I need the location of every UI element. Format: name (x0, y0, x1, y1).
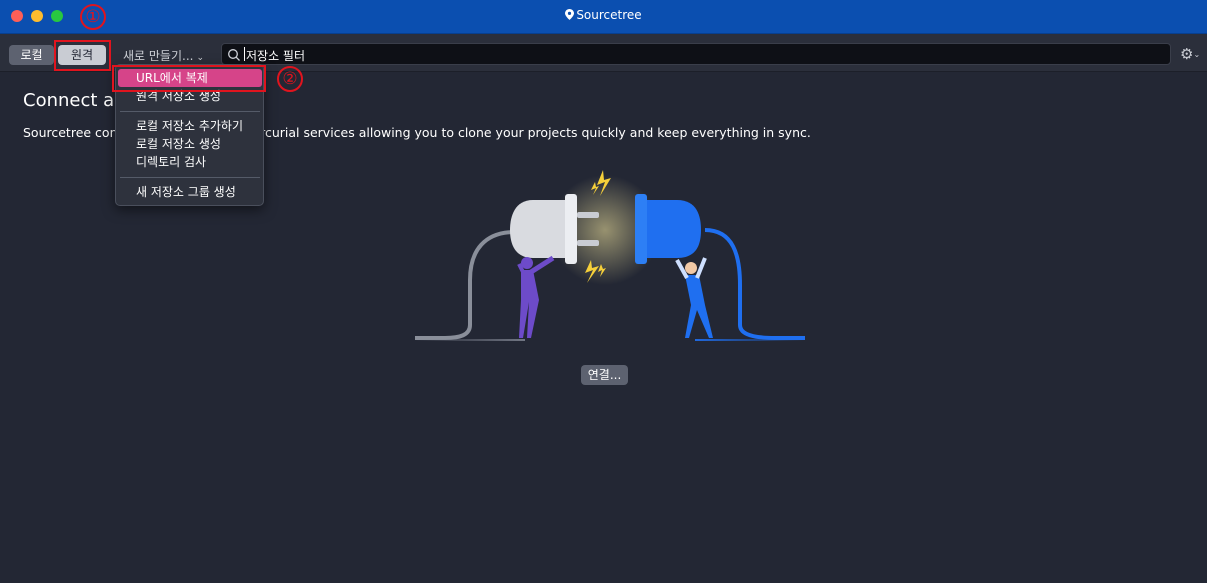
connect-illustration (415, 160, 805, 349)
annotation-box-clone-from-url (112, 65, 266, 92)
annotation-box-remote-tab (54, 40, 111, 71)
menu-item-scan-directory[interactable]: 디렉토리 검사 (116, 153, 263, 171)
window-title: Sourcetree (576, 8, 642, 22)
location-pin-icon (565, 8, 576, 22)
search-input-value: 저장소 필터 (246, 49, 306, 63)
new-menu-label: 새로 만들기... (123, 49, 194, 63)
chevron-down-icon: ⌄ (196, 53, 205, 63)
menu-item-new-repo-group[interactable]: 새 저장소 그룹 생성 (116, 183, 263, 201)
menu-separator (120, 177, 260, 178)
window-title-container: Sourcetree (0, 8, 1207, 22)
annotation-step-1: ① (80, 4, 106, 30)
tab-local[interactable]: 로컬 (9, 45, 54, 65)
menu-item-create-local-repo[interactable]: 로컬 저장소 생성 (116, 135, 263, 153)
description-tail: it or Mercurial services allowing you to… (212, 125, 811, 140)
new-menu-button[interactable]: 새로 만들기... ⌄ (123, 47, 204, 64)
search-input[interactable]: 저장소 필터 (221, 43, 1171, 65)
connect-button[interactable]: 연결... (581, 365, 628, 385)
chevron-down-icon: ⌄ (1193, 50, 1201, 59)
menu-item-add-local-repo[interactable]: 로컬 저장소 추가하기 (116, 117, 263, 135)
text-caret (244, 47, 245, 61)
annotation-step-2: ② (277, 66, 303, 92)
settings-gear-button[interactable]: ⚙⌄ (1180, 47, 1200, 62)
gear-icon: ⚙ (1180, 45, 1194, 63)
title-bar: Sourcetree (0, 0, 1207, 34)
menu-separator (120, 111, 260, 112)
description-head: Sourcetree con (23, 125, 118, 140)
